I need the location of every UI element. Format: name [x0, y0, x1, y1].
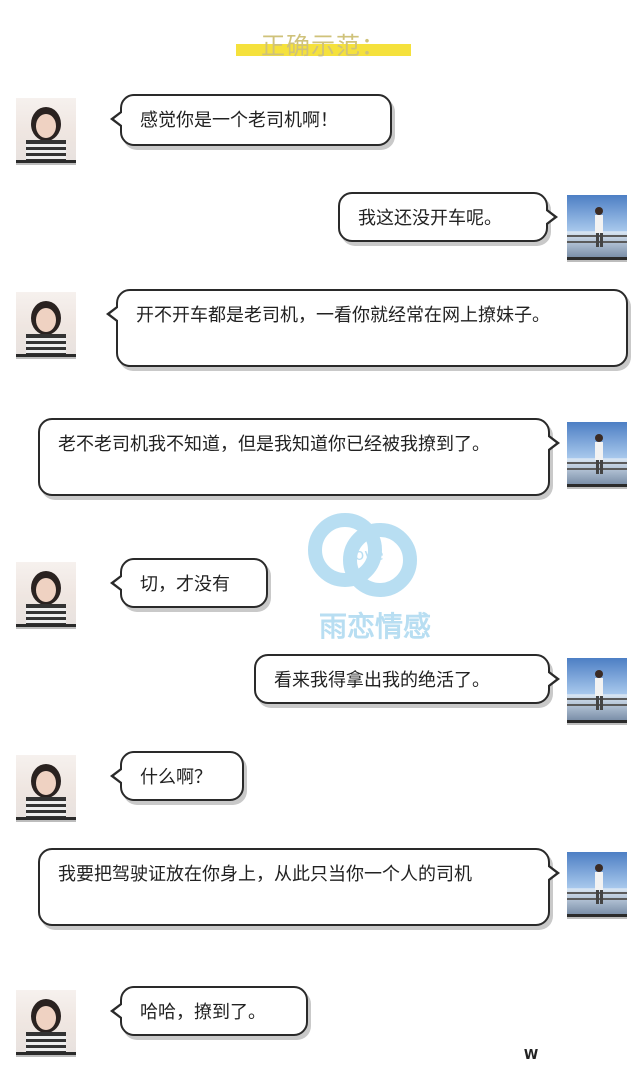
avatar-girl[interactable] [16, 755, 76, 820]
avatar-boy[interactable] [567, 658, 627, 723]
message-text: 看来我得拿出我的绝活了。 [274, 670, 490, 691]
girl-portrait-icon [26, 764, 66, 817]
message-text: 切，才没有 [140, 574, 230, 595]
girl-portrait-icon [26, 107, 66, 160]
avatar-girl[interactable] [16, 292, 76, 357]
message-text: 感觉你是一个老司机啊！ [140, 110, 338, 131]
girl-portrait-icon [26, 571, 66, 624]
avatar-boy[interactable] [567, 422, 627, 487]
page-title: 正确示范： [261, 32, 386, 60]
message-bubble[interactable]: 感觉你是一个老司机啊！ [110, 94, 392, 146]
watermark-badge-text: love [350, 545, 384, 564]
message-text: 什么啊？ [140, 767, 212, 788]
love-badge-icon: love [308, 513, 417, 597]
avatar-girl[interactable] [16, 562, 76, 627]
boy-portrait-icon [567, 670, 627, 710]
message-bubble[interactable]: 哈哈，撩到了。 [110, 986, 308, 1036]
message-bubble[interactable]: 我这还没开车呢。 [338, 192, 558, 242]
footer-logo-text: 悟空问答 [546, 1046, 618, 1067]
boy-portrait-icon [567, 434, 627, 474]
message-bubble[interactable]: 老不老司机我不知道，但是我知道你已经被我撩到了。 [38, 418, 560, 496]
message-text: 我要把驾驶证放在你身上，从此只当你一个人的司机 [58, 864, 472, 885]
message-bubble[interactable]: 看来我得拿出我的绝活了。 [254, 654, 560, 704]
avatar-girl[interactable] [16, 990, 76, 1055]
message-bubble[interactable]: 什么啊？ [110, 751, 244, 801]
watermark-logo: love 雨恋情感 [300, 505, 470, 655]
watermark-brand: 雨恋情感 [318, 610, 431, 643]
message-bubble[interactable]: 切，才没有 [110, 558, 268, 608]
girl-portrait-icon [26, 301, 66, 354]
message-text: 哈哈，撩到了。 [140, 1002, 266, 1023]
message-bubble[interactable]: 开不开车都是老司机，一看你就经常在网上撩妹子。 [106, 289, 628, 367]
boy-portrait-icon [567, 864, 627, 904]
message-text: 老不老司机我不知道，但是我知道你已经被我撩到了。 [58, 434, 490, 455]
wukong-logo-icon: W [520, 1044, 542, 1066]
footer-logo: W 悟空问答 [520, 1040, 618, 1070]
message-text: 开不开车都是老司机，一看你就经常在网上撩妹子。 [136, 305, 550, 326]
boy-portrait-icon [567, 207, 627, 247]
avatar-boy[interactable] [567, 852, 627, 917]
message-text: 我这还没开车呢。 [358, 208, 502, 229]
girl-portrait-icon [26, 999, 66, 1052]
avatar-boy[interactable] [567, 195, 627, 260]
avatar-girl[interactable] [16, 98, 76, 163]
message-bubble[interactable]: 我要把驾驶证放在你身上，从此只当你一个人的司机 [38, 848, 560, 926]
